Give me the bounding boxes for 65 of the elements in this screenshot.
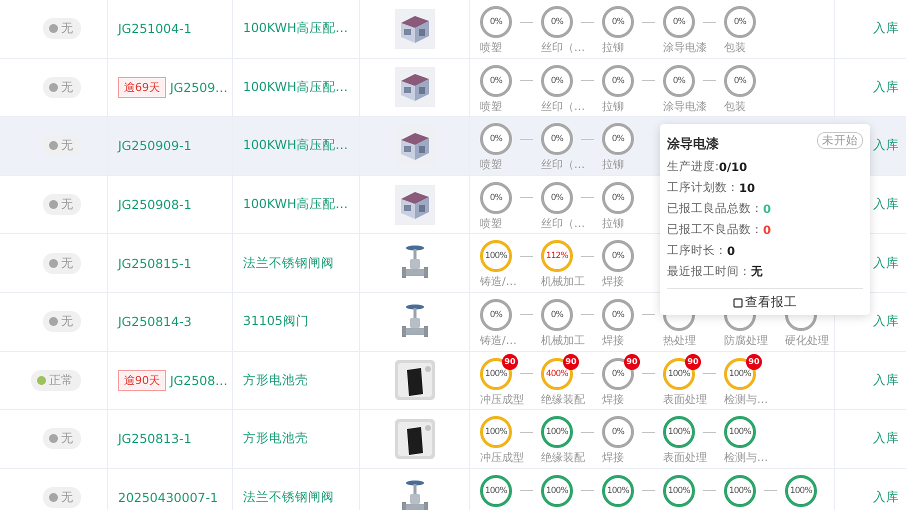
field-label: 最近报工时间：	[667, 264, 751, 279]
field-label: 已报工良品总数：	[667, 201, 763, 216]
field-label: 已报工不良品数：	[667, 222, 763, 237]
tooltip-title: 涂导电漆	[667, 136, 719, 153]
count-badge: 90	[746, 354, 762, 370]
step-label: 焊接	[602, 332, 625, 348]
step-label: 焊接	[602, 392, 625, 407]
overdue-tag: 逾90天	[118, 370, 166, 391]
field-value: 0/10	[718, 160, 748, 174]
field-label: 工序时长：	[667, 243, 727, 258]
step-label: 丝印（…	[541, 216, 586, 231]
step-label: 喷塑	[480, 40, 503, 55]
status-badge: 无	[43, 135, 81, 156]
step-label: 涂导电漆	[663, 40, 708, 55]
step-label: 表面处理	[663, 392, 708, 407]
step-label: 丝印（…	[541, 157, 586, 172]
step-label: 喷塑	[480, 157, 503, 172]
status-badge: 正常	[31, 370, 81, 391]
step-label: 绝缘装配	[541, 392, 586, 407]
step-label: 拉铆	[602, 157, 625, 172]
status-badge: 无	[43, 252, 81, 274]
step-label: 包装	[724, 40, 747, 55]
count-badge: 90	[563, 354, 579, 370]
step-label: 拉铆	[602, 40, 625, 55]
overdue-tag: 逾69天	[118, 76, 166, 98]
status-badge: 无	[43, 194, 81, 216]
step-label: 表面处理	[663, 450, 708, 466]
field-label: 生产进度:	[667, 159, 719, 174]
step-label: 冲压成型	[480, 392, 525, 407]
step-label: 绝缘装配	[541, 450, 586, 466]
field-value: 无	[751, 264, 763, 279]
step-label: 喷塑	[480, 216, 503, 231]
step-label: 涂导电漆	[663, 98, 708, 114]
step-label: 包装	[724, 98, 747, 114]
status-badge: 无	[43, 311, 81, 332]
field-value: 0	[727, 244, 736, 258]
field-value: 0	[763, 222, 772, 236]
step-label: 检测与…	[724, 450, 769, 466]
step-label: 焊接	[602, 274, 625, 290]
field-value: 0	[763, 202, 772, 216]
step-label: 机械加工	[541, 274, 586, 290]
step-label: 冲压成型	[480, 450, 525, 466]
step-label: 机械加工	[541, 332, 586, 348]
step-label: 丝印（…	[541, 98, 586, 114]
step-label: 丝印（…	[541, 40, 586, 55]
step-label: 拉铆	[602, 216, 625, 231]
step-label: 铸造/…	[480, 274, 518, 290]
step-label: 焊接	[602, 450, 625, 466]
step-label: 铸造/…	[480, 332, 518, 348]
status-badge: 无	[43, 76, 81, 98]
status-badge: 无	[43, 487, 81, 508]
step-label: 热处理	[663, 332, 697, 348]
count-badge: 90	[502, 354, 518, 370]
status-badge: 无	[43, 18, 81, 40]
count-badge: 90	[685, 354, 701, 370]
status-tag: 未开始	[817, 132, 863, 149]
count-badge: 90	[624, 354, 640, 370]
field-label: 工序计划数：	[667, 180, 739, 195]
step-label: 防腐处理	[724, 332, 769, 348]
step-label: 喷塑	[480, 98, 503, 114]
step-label: 检测与…	[724, 392, 769, 407]
step-label: 拉铆	[602, 98, 625, 114]
step-label: 硬化处理	[785, 332, 830, 348]
status-badge: 无	[43, 428, 81, 450]
field-value: 10	[739, 180, 756, 194]
